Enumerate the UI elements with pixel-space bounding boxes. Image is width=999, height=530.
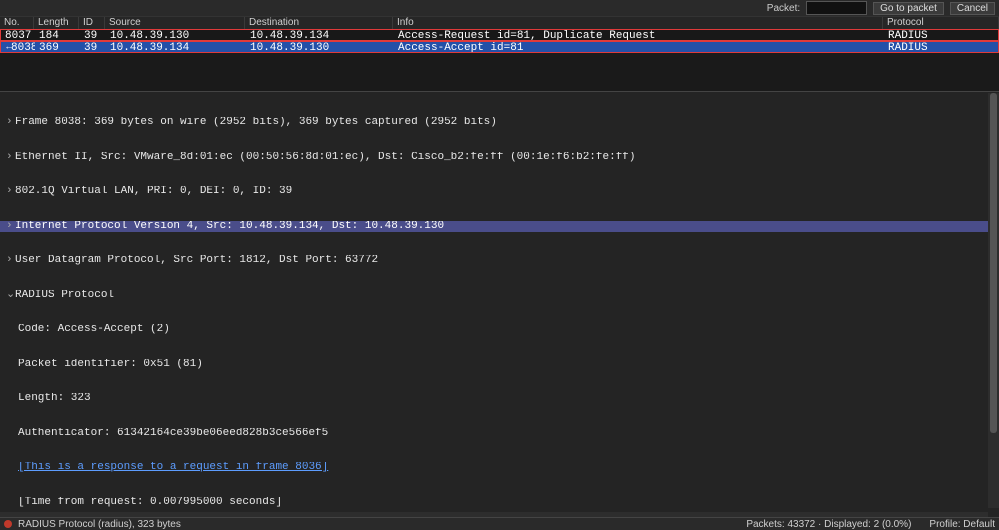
packet-list-header: No. Length ID Source Destination Info Pr… (0, 17, 999, 29)
detail-scrollbar[interactable] (988, 93, 999, 508)
cell-proto: RADIUS (884, 42, 999, 52)
radius-pktid[interactable]: Packet identifier: 0x51 (81) (0, 359, 999, 371)
cell-len: 184 (35, 30, 80, 40)
cell-dst: 10.48.39.134 (246, 30, 394, 40)
cell-src: 10.48.39.134 (106, 42, 246, 52)
cell-no: 8037 (1, 30, 35, 40)
radius-item[interactable]: ⌄RADIUS Protocol (0, 290, 999, 302)
status-profile[interactable]: Profile: Default (929, 519, 995, 530)
expand-icon[interactable]: › (6, 152, 15, 164)
expand-icon[interactable]: › (6, 255, 15, 267)
col-destination[interactable]: Destination (245, 17, 393, 29)
expand-icon[interactable]: › (6, 117, 15, 129)
col-length[interactable]: Length (34, 17, 79, 29)
cell-src: 10.48.39.130 (106, 30, 246, 40)
cell-id: 39 (80, 42, 106, 52)
col-no[interactable]: No. (0, 17, 34, 29)
status-bar: RADIUS Protocol (radius), 323 bytes Pack… (0, 517, 999, 530)
radius-code[interactable]: Code: Access-Accept (2) (0, 324, 999, 336)
cell-info: Access-Request id=81, Duplicate Request (394, 30, 884, 40)
col-info[interactable]: Info (393, 17, 883, 29)
packet-list-empty-area (0, 53, 999, 91)
col-protocol[interactable]: Protocol (883, 17, 999, 29)
expand-icon[interactable]: › (6, 186, 15, 198)
packet-goto-toolbar: Packet: Go to packet Cancel (0, 0, 999, 16)
col-id[interactable]: ID (79, 17, 105, 29)
radius-response-link[interactable]: [This is a response to a request in fram… (0, 462, 999, 474)
status-packets: Packets: 43372 · Displayed: 2 (0.0%) (746, 519, 911, 530)
packet-label: Packet: (767, 3, 800, 14)
cell-id: 39 (80, 30, 106, 40)
frame-link[interactable]: [This is a response to a request in fram… (18, 462, 328, 473)
go-to-packet-button[interactable]: Go to packet (873, 2, 944, 15)
cell-info: Access-Accept id=81 (394, 42, 884, 52)
radius-authenticator[interactable]: Authenticator: 61342164ce39be06eed828b3c… (0, 428, 999, 440)
scrollbar-thumb[interactable] (990, 93, 997, 433)
expand-icon[interactable]: › (6, 221, 15, 233)
cell-dst: 10.48.39.130 (246, 42, 394, 52)
radius-length[interactable]: Length: 323 (0, 393, 999, 405)
packet-list: No. Length ID Source Destination Info Pr… (0, 16, 999, 91)
packet-details-pane[interactable]: ›Frame 8038: 369 bytes on wire (2952 bit… (0, 91, 999, 530)
col-source[interactable]: Source (105, 17, 245, 29)
frame-item[interactable]: ›Frame 8038: 369 bytes on wire (2952 bit… (0, 117, 999, 129)
udp-item[interactable]: ›User Datagram Protocol, Src Port: 1812,… (0, 255, 999, 267)
radius-time[interactable]: [Time from request: 0.007995000 seconds] (0, 497, 999, 509)
packet-row-selected[interactable]: ← 8038 369 39 10.48.39.134 10.48.39.130 … (0, 41, 999, 53)
cell-proto: RADIUS (884, 30, 999, 40)
ip-item[interactable]: ›Internet Protocol Version 4, Src: 10.48… (0, 221, 999, 233)
cancel-button[interactable]: Cancel (950, 2, 995, 15)
packet-number-input[interactable] (806, 1, 867, 15)
cell-len: 369 (35, 42, 80, 52)
related-packet-icon: ← (1, 42, 13, 52)
status-left: RADIUS Protocol (radius), 323 bytes (18, 519, 181, 530)
collapse-icon[interactable]: ⌄ (6, 290, 15, 302)
vlan-item[interactable]: ›802.1Q Virtual LAN, PRI: 0, DEI: 0, ID:… (0, 186, 999, 198)
expert-info-icon[interactable] (4, 520, 12, 528)
ethernet-item[interactable]: ›Ethernet II, Src: VMware_8d:01:ec (00:5… (0, 152, 999, 164)
packet-row[interactable]: 8037 184 39 10.48.39.130 10.48.39.134 Ac… (0, 29, 999, 41)
